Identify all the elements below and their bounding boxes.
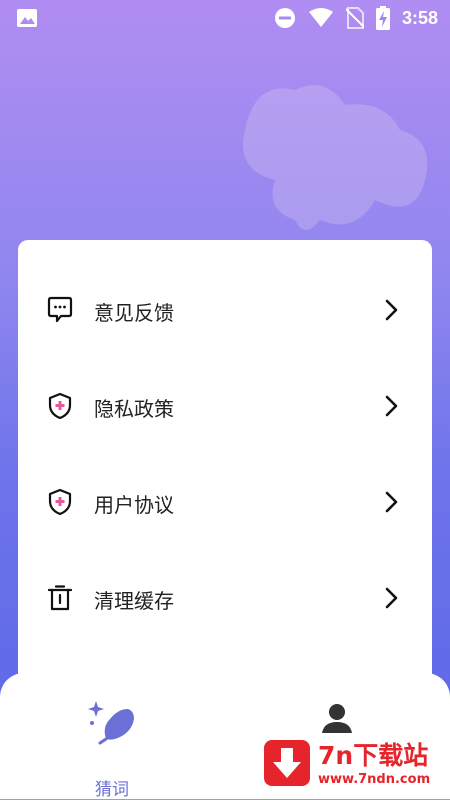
profile-icon[interactable] — [320, 703, 354, 733]
chevron-right-icon — [385, 587, 398, 609]
privacy-shield-icon — [48, 392, 72, 420]
background-illustration — [243, 85, 428, 230]
feedback-icon — [47, 296, 73, 323]
menu-item-user-agreement[interactable]: 用户协议 — [18, 472, 432, 532]
menu-item-clear-cache[interactable]: 清理缓存 — [18, 568, 432, 628]
menu-item-privacy-policy[interactable]: 隐私政策 — [18, 376, 432, 436]
settings-card: 意见反馈 隐私政策 用户协议 清理缓存 — [18, 240, 432, 700]
wifi-icon — [308, 8, 333, 27]
chevron-right-icon — [385, 491, 398, 513]
menu-item-label: 用户协议 — [94, 493, 174, 517]
tab-guess-word[interactable]: 猜词 — [70, 699, 154, 800]
chevron-right-icon — [385, 299, 398, 321]
status-time: 3:58 — [401, 7, 438, 28]
menu-item-label: 意见反馈 — [94, 301, 174, 325]
tab-label: 猜词 — [95, 780, 129, 800]
menu-item-label: 隐私政策 — [94, 397, 174, 421]
status-bar: 3:58 — [0, 0, 450, 36]
dnd-icon — [274, 8, 295, 28]
image-icon — [17, 9, 37, 27]
agreement-shield-icon — [48, 488, 72, 516]
guess-word-icon — [88, 701, 134, 745]
download-icon — [264, 740, 310, 786]
watermark-title: 7n下载站 — [318, 741, 429, 770]
battery-charging-icon — [375, 6, 390, 30]
watermark-url: www.7ndn.com — [318, 772, 431, 787]
watermark-logo: 7n下载站 www.7ndn.com — [256, 732, 450, 799]
trash-icon — [47, 585, 73, 611]
menu-item-label: 清理缓存 — [94, 589, 174, 613]
menu-item-feedback[interactable]: 意见反馈 — [18, 280, 432, 340]
chevron-right-icon — [385, 395, 398, 417]
no-sim-icon — [345, 7, 364, 29]
